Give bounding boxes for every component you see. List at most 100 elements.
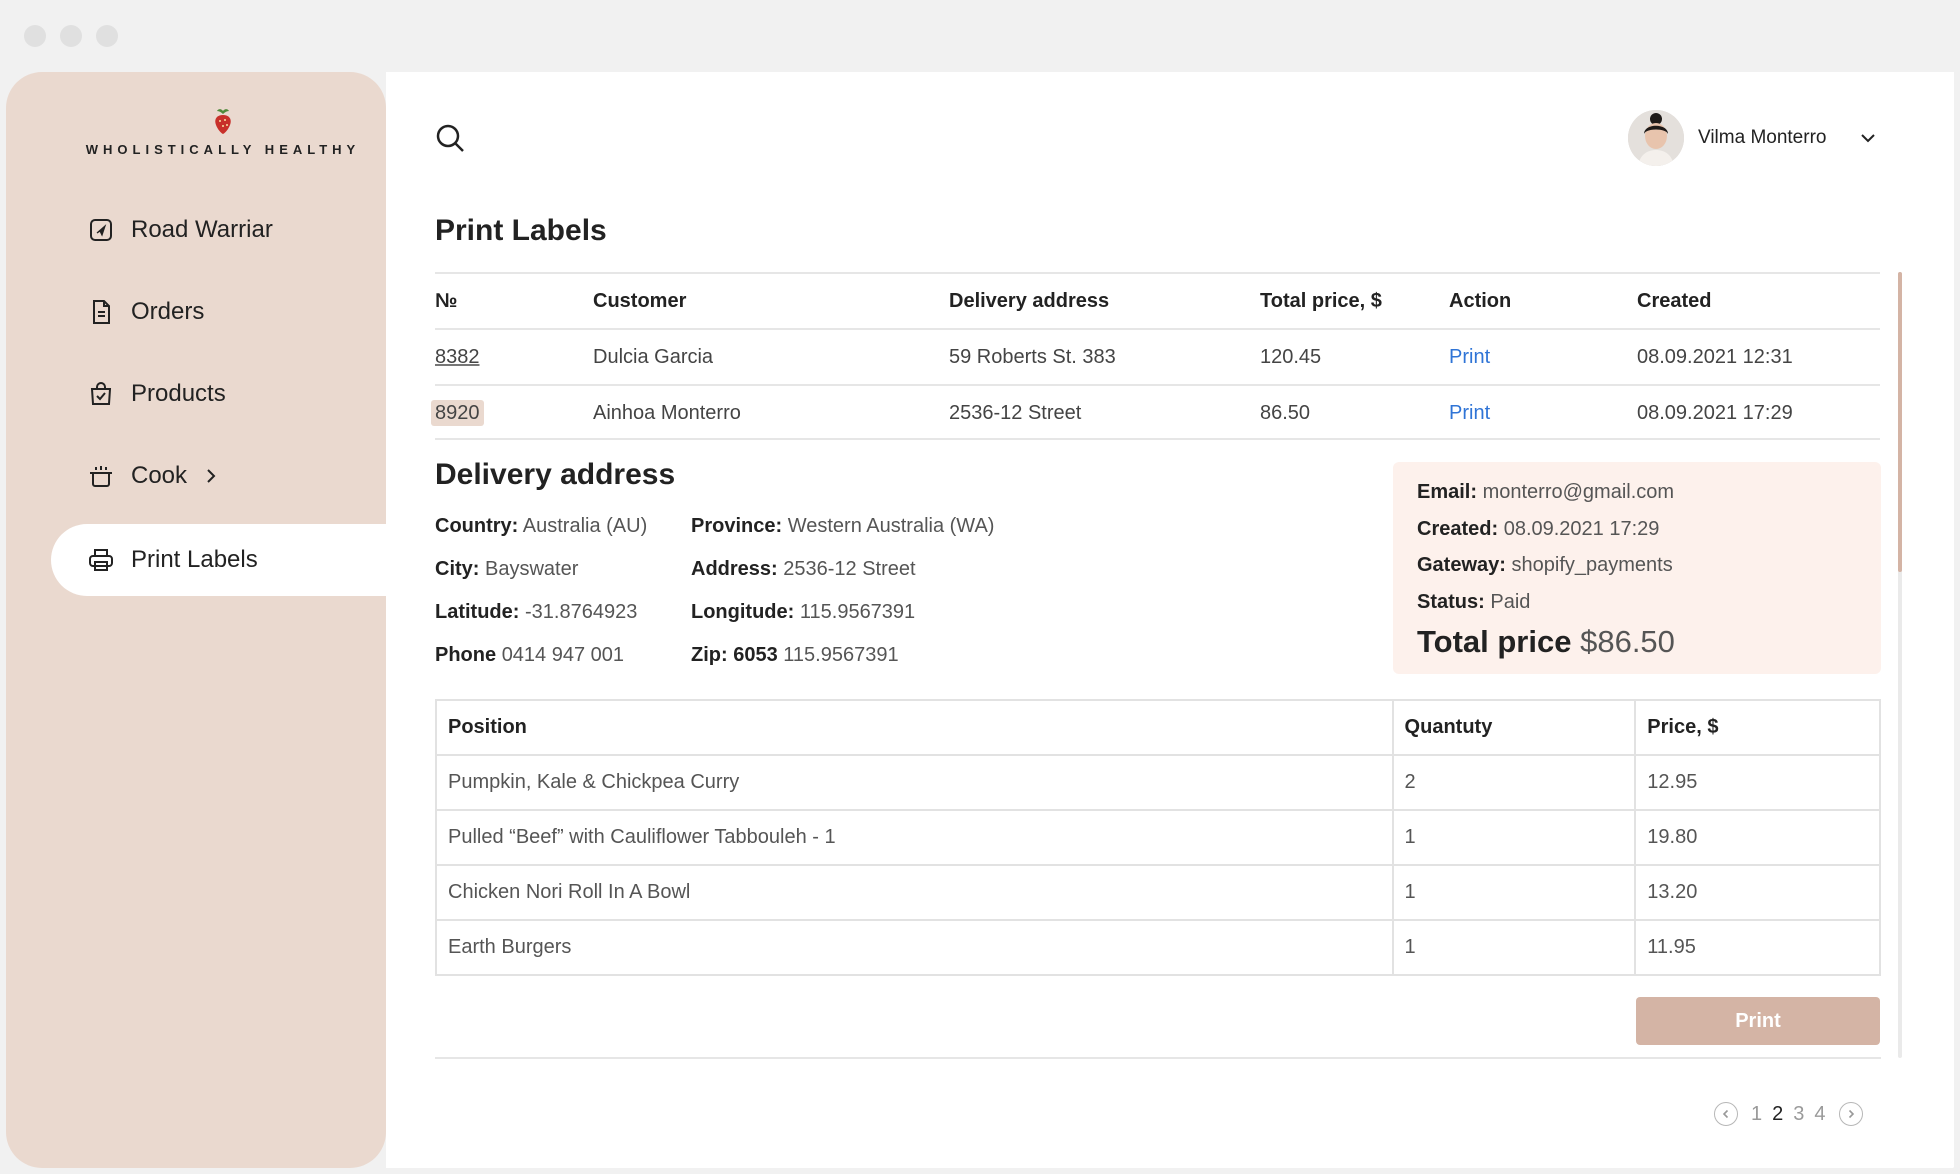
table-header-row: Position Quantuty Price, $ — [435, 699, 1881, 756]
pagination: 1 2 3 4 — [1714, 1100, 1863, 1128]
navigation-icon — [87, 216, 115, 244]
search-icon[interactable] — [434, 122, 466, 154]
item-position: Earth Burgers — [435, 919, 1394, 976]
column-header: Position — [435, 699, 1394, 756]
print-link[interactable]: Print — [1449, 330, 1490, 386]
country-field: Country: Australia (AU) — [435, 515, 648, 537]
prev-page-button[interactable] — [1714, 1102, 1738, 1126]
avatar — [1628, 110, 1684, 166]
zip-field: Zip: 6053 115.9567391 — [691, 644, 899, 666]
sidebar-item-label: Products — [131, 380, 226, 407]
order-items-table: Position Quantuty Price, $ Pumpkin, Kale… — [435, 699, 1881, 976]
shopping-bag-icon — [87, 380, 115, 408]
document-icon — [87, 298, 115, 326]
table-row[interactable]: 8382 Dulcia Garcia 59 Roberts St. 383 12… — [435, 328, 1880, 384]
table-row: Earth Burgers 1 11.95 — [435, 919, 1881, 976]
item-quantity: 1 — [1391, 809, 1637, 866]
item-price: 11.95 — [1634, 919, 1881, 976]
page-3[interactable]: 3 — [1793, 1103, 1804, 1126]
latitude-field: Latitude: -31.8764923 — [435, 601, 638, 623]
column-header: Price, $ — [1634, 699, 1881, 756]
table-row: Pumpkin, Kale & Chickpea Curry 2 12.95 — [435, 754, 1881, 811]
item-position: Pulled “Beef” with Cauliflower Tabbouleh… — [435, 809, 1394, 866]
page-title: Print Labels — [435, 214, 607, 247]
longitude-field: Longitude: 115.9567391 — [691, 601, 916, 623]
delivery-address: 59 Roberts St. 383 — [949, 346, 1116, 368]
chevron-right-icon — [1848, 1109, 1854, 1119]
orders-table: № Customer Delivery address Total price,… — [431, 272, 1880, 442]
window-minimize-button[interactable] — [60, 25, 82, 47]
delivery-address-title: Delivery address — [435, 458, 676, 491]
gateway-line: Gateway: shopify_payments — [1417, 554, 1673, 576]
pot-icon — [87, 462, 115, 490]
city-field: City: Bayswater — [435, 558, 579, 580]
phone-field: Phone 0414 947 001 — [435, 644, 625, 666]
scrollbar[interactable] — [1898, 272, 1902, 1058]
main-content: Vilma Monterro Print Labels № Customer D… — [386, 72, 1954, 1168]
brand-name: WHOLISTICALLY HEALTHY — [85, 142, 361, 157]
item-price: 19.80 — [1634, 809, 1881, 866]
sidebar-item-print-labels[interactable]: Print Labels — [51, 524, 392, 596]
sidebar-item-label: Cook — [131, 462, 188, 489]
created-date: 08.09.2021 17:29 — [1637, 402, 1793, 424]
strawberry-icon — [215, 109, 231, 134]
total-price: 120.45 — [1260, 346, 1322, 368]
printer-icon — [87, 546, 115, 574]
chevron-down-icon[interactable] — [1854, 124, 1882, 152]
item-position: Pumpkin, Kale & Chickpea Curry — [435, 754, 1394, 811]
column-header: № — [435, 290, 458, 312]
sidebar-item-label: Orders — [131, 298, 205, 325]
page-4[interactable]: 4 — [1814, 1103, 1825, 1126]
created-date: 08.09.2021 12:31 — [1637, 346, 1793, 368]
sidebar-item-orders[interactable]: Orders — [51, 276, 386, 348]
customer-name: Ainhoa Monterro — [593, 402, 741, 424]
sidebar-item-products[interactable]: Products — [51, 358, 386, 430]
delivery-address: 2536-12 Street — [949, 402, 1082, 424]
app-window: WHOLISTICALLY HEALTHY Road Warriar Order… — [0, 0, 1960, 1174]
next-page-button[interactable] — [1838, 1102, 1863, 1126]
sidebar-item-cook[interactable]: Cook — [51, 440, 386, 512]
column-header: Created — [1637, 290, 1712, 312]
brand-logo[interactable]: WHOLISTICALLY HEALTHY — [78, 107, 368, 159]
item-quantity: 2 — [1391, 754, 1637, 811]
total-price-line: Total price $86.50 — [1417, 624, 1675, 659]
total-price: 86.50 — [1260, 402, 1311, 424]
order-summary-card: Email: monterro@gmail.com Created: 08.09… — [1393, 462, 1881, 674]
status-line: Status: Paid — [1417, 590, 1531, 613]
page-1[interactable]: 1 — [1751, 1103, 1762, 1126]
chevron-left-icon — [1722, 1109, 1729, 1119]
table-header-row: № Customer Delivery address Total price,… — [435, 272, 1880, 328]
province-field: Province: Western Australia (WA) — [691, 515, 995, 537]
window-maximize-button[interactable] — [96, 25, 118, 47]
title-bar — [0, 0, 1960, 72]
order-number-link[interactable]: 8920 — [431, 386, 484, 442]
item-quantity: 1 — [1391, 864, 1637, 921]
page-2[interactable]: 2 — [1772, 1103, 1783, 1126]
print-button[interactable]: Print — [1636, 997, 1880, 1045]
order-number-link[interactable]: 8382 — [435, 330, 480, 386]
customer-name: Dulcia Garcia — [593, 346, 714, 368]
column-header: Quantuty — [1391, 699, 1637, 756]
column-header: Total price, $ — [1260, 290, 1382, 312]
created-line: Created: 08.09.2021 17:29 — [1417, 517, 1660, 540]
sidebar-item-road-warriar[interactable]: Road Warriar — [51, 194, 386, 266]
column-header: Customer — [593, 290, 687, 312]
column-header: Delivery address — [949, 290, 1110, 312]
scrollbar-thumb[interactable] — [1898, 272, 1902, 572]
item-price: 13.20 — [1634, 864, 1881, 921]
item-position: Chicken Nori Roll In A Bowl — [435, 864, 1394, 921]
email-line: Email: monterro@gmail.com — [1417, 481, 1675, 503]
table-row: Pulled “Beef” with Cauliflower Tabbouleh… — [435, 809, 1881, 866]
window-close-button[interactable] — [24, 25, 46, 47]
column-header: Action — [1449, 290, 1512, 312]
print-link[interactable]: Print — [1449, 386, 1490, 442]
item-quantity: 1 — [1391, 919, 1637, 976]
table-row[interactable]: 8920 Ainhoa Monterro 2536-12 Street 86.5… — [431, 384, 1880, 442]
user-name: Vilma Monterro — [1698, 127, 1827, 148]
sidebar-item-label: Print Labels — [131, 546, 258, 573]
address-field: Address: 2536-12 Street — [691, 558, 916, 580]
sidebar-item-label: Road Warriar — [131, 216, 273, 243]
divider — [435, 1057, 1881, 1059]
user-menu[interactable]: Vilma Monterro — [1628, 108, 1826, 168]
item-price: 12.95 — [1634, 754, 1881, 811]
